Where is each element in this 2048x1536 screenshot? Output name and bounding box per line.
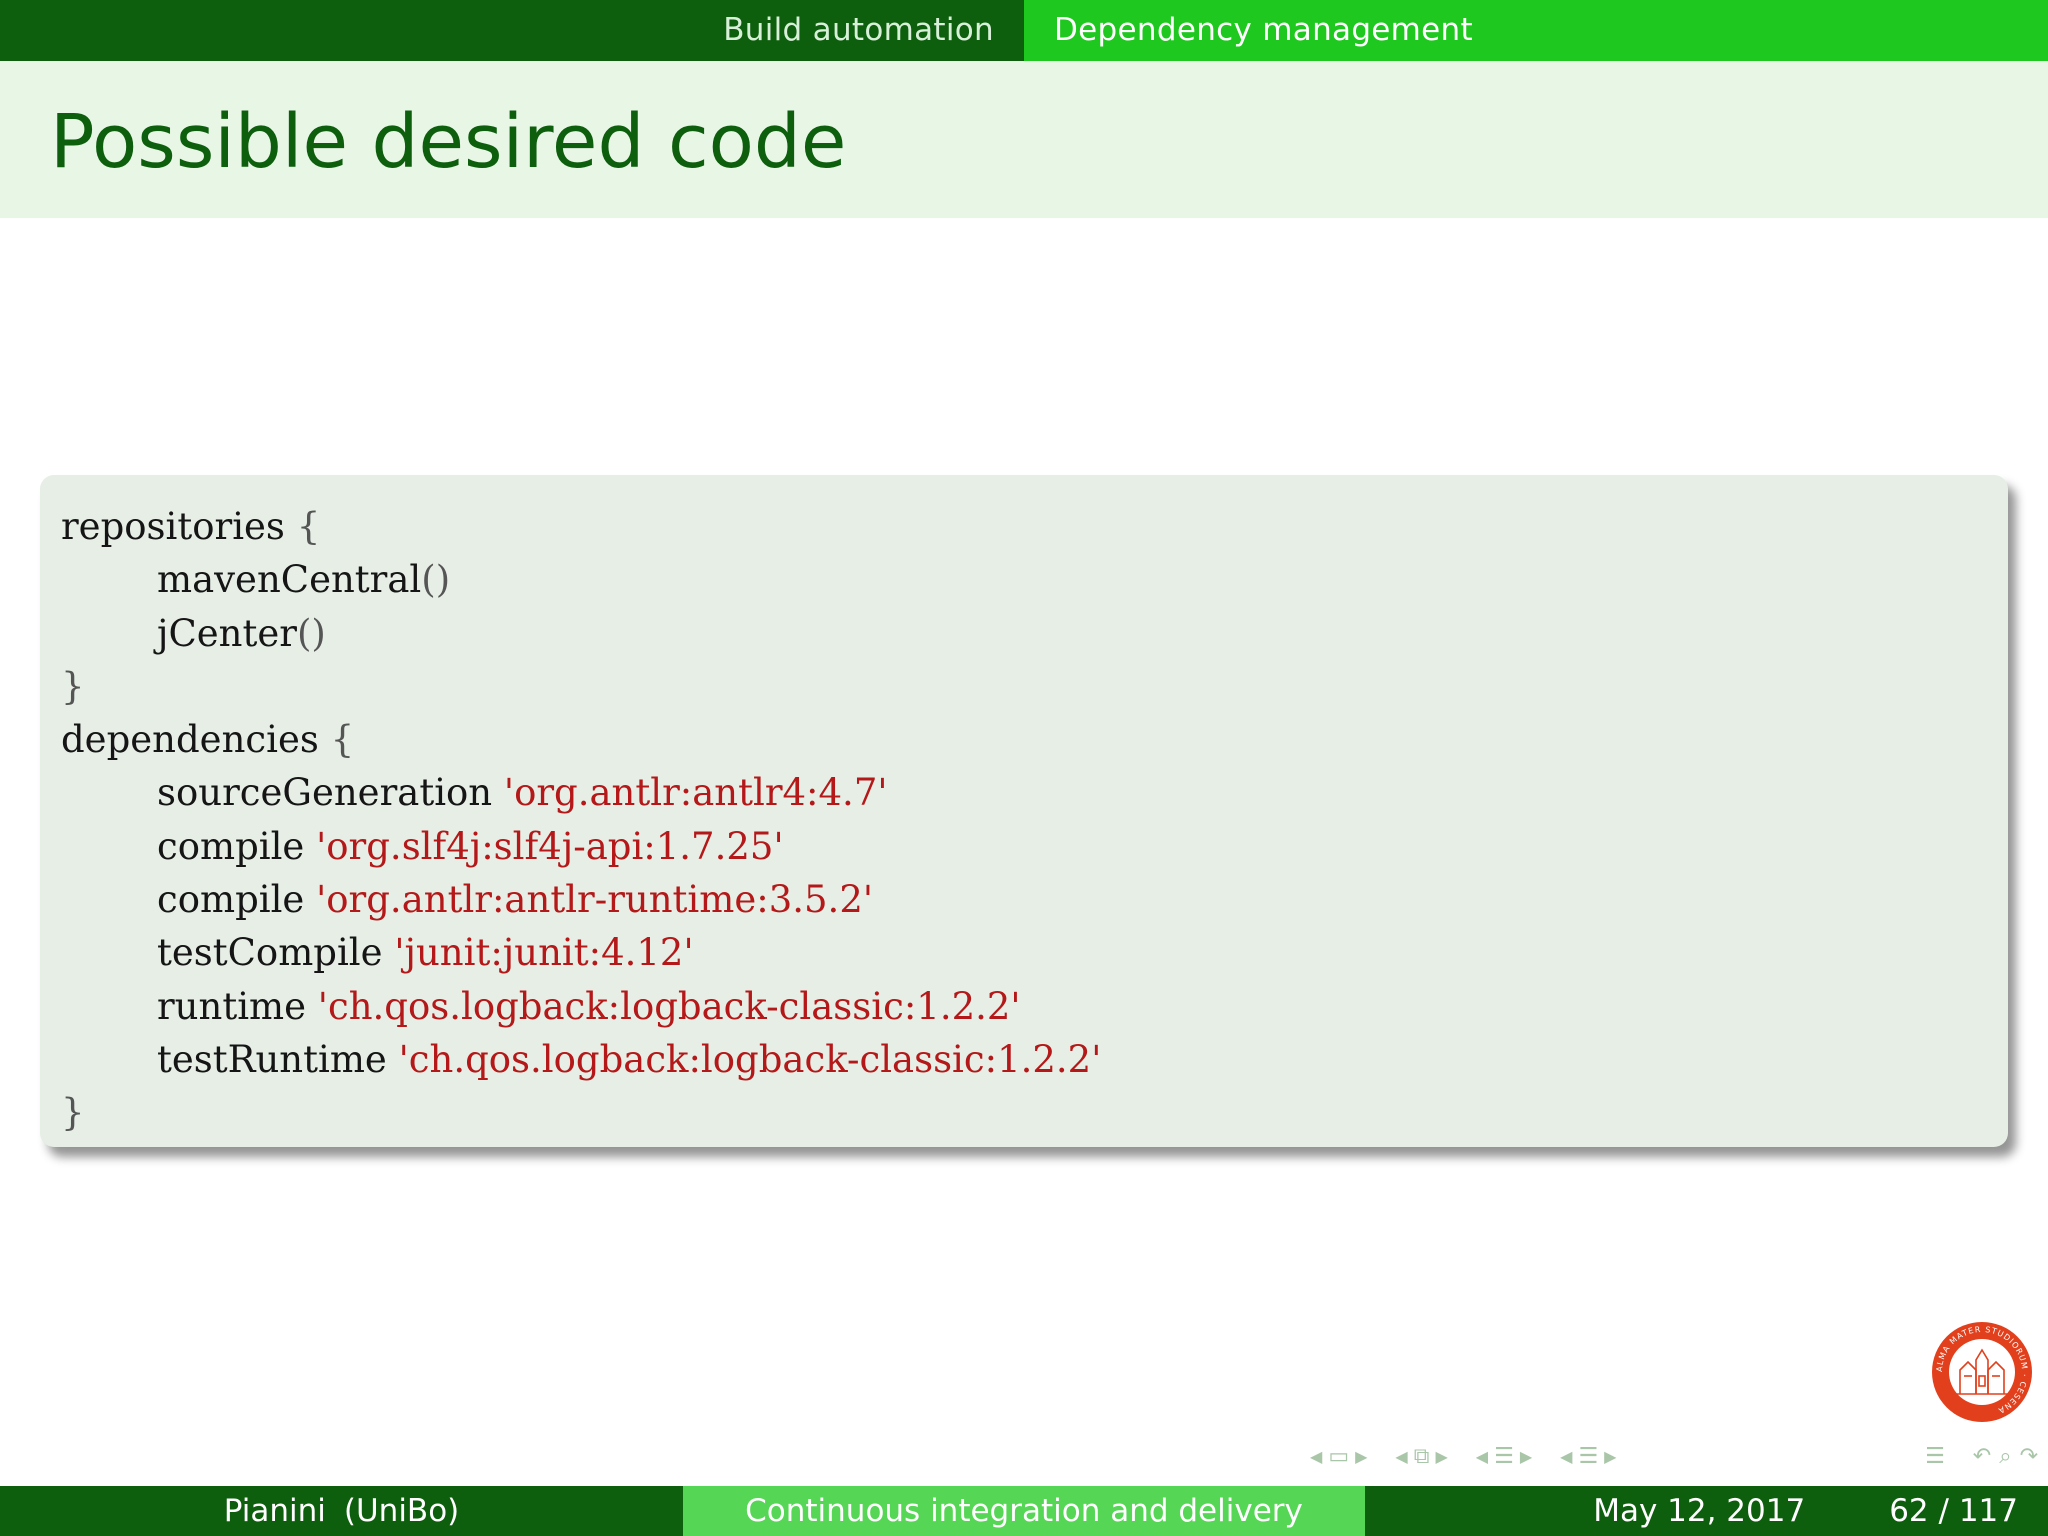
- frame-title-band: Possible desired code: [0, 61, 2048, 218]
- code-block: repositories { mavenCentral() jCenter() …: [40, 475, 2008, 1147]
- back-icon[interactable]: ↶: [1973, 1444, 1991, 1469]
- slide-nav-icon[interactable]: ◀ ▭ ▶: [1310, 1444, 1367, 1469]
- toc-icon[interactable]: ☰: [1925, 1444, 1945, 1469]
- footer-date: May 12, 2017: [1593, 1493, 1806, 1529]
- code-brace: {: [296, 505, 321, 548]
- footer-author-area: Pianini (UniBo): [0, 1486, 683, 1536]
- code-keyword: testCompile: [157, 931, 383, 975]
- code-keyword: testRuntime: [157, 1037, 387, 1081]
- page-total: 117: [1958, 1493, 2018, 1529]
- footer-title-area: Continuous integration and delivery: [683, 1486, 1365, 1536]
- nav-subsection-link[interactable]: Dependency management: [1024, 0, 1503, 61]
- top-navigation-bar: Build automation Dependency management: [0, 0, 2048, 61]
- footer-date-area: May 12, 2017 62 / 117: [1365, 1486, 2048, 1536]
- navigation-symbols: ◀ ▭ ▶ ◀ ⧉ ▶ ◀ ☰ ▶ ◀ ☰ ▶ ☰ ↶ ⌕ ↷: [1310, 1438, 2038, 1474]
- code-keyword: mavenCentral: [157, 558, 422, 602]
- code-line: sourceGeneration 'org.antlr:antlr4:4.7': [61, 766, 1101, 819]
- page-separator: /: [1938, 1493, 1949, 1529]
- page-number: 62 / 117: [1889, 1486, 2018, 1536]
- code-string: 'org.antlr:antlr4:4.7': [503, 771, 888, 815]
- nav-section-link[interactable]: Build automation: [693, 0, 1024, 61]
- code-line: compile 'org.antlr:antlr-runtime:3.5.2': [61, 873, 1101, 926]
- footer-institute: (UniBo): [343, 1493, 460, 1529]
- subsection-nav-icon[interactable]: ◀ ☰ ▶: [1476, 1444, 1532, 1469]
- code-listing: repositories { mavenCentral() jCenter() …: [61, 500, 1101, 1140]
- code-string: 'ch.qos.logback:logback-classic:1.2.2': [317, 984, 1021, 1028]
- code-paren: (): [421, 558, 451, 602]
- code-line: compile 'org.slf4j:slf4j-api:1.7.25': [61, 820, 1101, 873]
- code-string: 'org.slf4j:slf4j-api:1.7.25': [316, 824, 784, 868]
- code-brace: }: [61, 1091, 85, 1135]
- search-icon[interactable]: ⌕: [1999, 1444, 2011, 1469]
- code-string: 'org.antlr:antlr-runtime:3.5.2': [316, 878, 874, 922]
- code-line: }: [61, 1086, 1101, 1139]
- code-line: jCenter(): [61, 607, 1101, 660]
- code-line: repositories {: [61, 500, 1101, 553]
- code-keyword: compile: [157, 824, 305, 868]
- frame-title: Possible desired code: [50, 99, 847, 185]
- code-string: 'ch.qos.logback:logback-classic:1.2.2': [398, 1037, 1102, 1081]
- code-brace: }: [61, 664, 85, 708]
- nav-section-area: Build automation: [0, 0, 1024, 61]
- code-keyword: dependencies: [61, 718, 319, 762]
- university-seal-icon: ALMA MATER STUDIORUM · CESENA: [1932, 1322, 2032, 1422]
- code-keyword: repositories: [61, 505, 285, 548]
- section-nav-icon[interactable]: ◀ ☰ ▶: [1560, 1444, 1616, 1469]
- code-keyword: jCenter: [157, 611, 297, 655]
- forward-icon[interactable]: ↷: [2020, 1444, 2038, 1469]
- footer-bar: Pianini (UniBo) Continuous integration an…: [0, 1486, 2048, 1536]
- code-paren: (): [296, 611, 326, 655]
- page-current: 62: [1889, 1493, 1929, 1529]
- frame-nav-icon[interactable]: ◀ ⧉ ▶: [1395, 1444, 1447, 1469]
- code-keyword: sourceGeneration: [157, 771, 493, 815]
- code-string: 'junit:junit:4.12': [394, 931, 694, 975]
- footer-author: Pianini: [223, 1493, 326, 1529]
- code-line: dependencies {: [61, 713, 1101, 766]
- code-line: testRuntime 'ch.qos.logback:logback-clas…: [61, 1033, 1101, 1086]
- code-brace: {: [330, 718, 355, 762]
- code-line: runtime 'ch.qos.logback:logback-classic:…: [61, 980, 1101, 1033]
- footer-short-title: Continuous integration and delivery: [745, 1493, 1303, 1529]
- code-line: testCompile 'junit:junit:4.12': [61, 926, 1101, 979]
- code-line: mavenCentral(): [61, 553, 1101, 606]
- nav-subsection-area: Dependency management: [1024, 0, 2048, 61]
- code-keyword: runtime: [157, 984, 307, 1028]
- code-keyword: compile: [157, 878, 305, 922]
- code-line: }: [61, 660, 1101, 713]
